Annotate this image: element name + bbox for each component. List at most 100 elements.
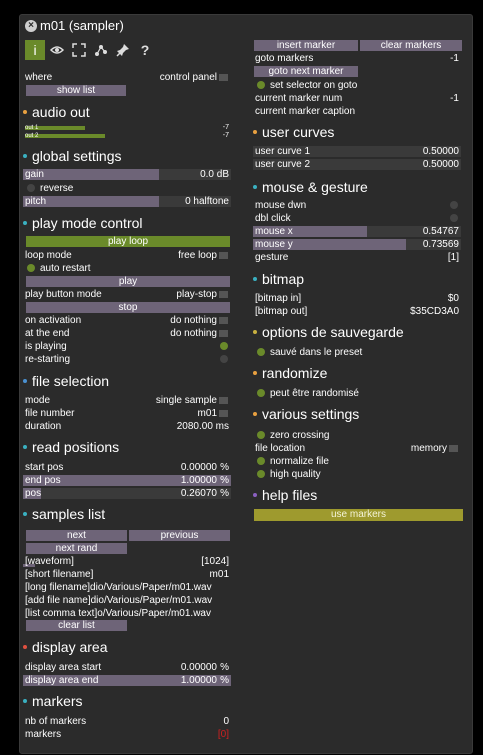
where-row[interactable]: where control panel xyxy=(23,72,231,83)
show-list-button[interactable]: show list xyxy=(26,85,126,96)
audio-out-bullet xyxy=(23,110,27,114)
mode-row[interactable]: mode single sample xyxy=(23,395,231,406)
play-loop-button[interactable]: play loop xyxy=(26,236,230,247)
samples-list-header: samples list xyxy=(23,505,231,523)
pin-icon[interactable] xyxy=(113,40,133,60)
goto-next-marker-button[interactable]: goto next marker xyxy=(254,66,358,77)
current-marker-num-value: -1 xyxy=(450,93,459,104)
waveform-row: [waveform] [1024] xyxy=(23,556,231,567)
end-pos-unit: % xyxy=(220,475,229,486)
is-playing-label: is playing xyxy=(25,341,67,352)
on-activation-label: on activation xyxy=(25,315,82,326)
various-settings-title: various settings xyxy=(262,406,360,422)
mouse-x-slider[interactable]: mouse x 0.54767 xyxy=(253,226,461,237)
add-file-name-row[interactable]: [add file name]dio/Various/Paper/m01.wav xyxy=(23,595,231,606)
normalize-file-toggle[interactable] xyxy=(257,457,265,465)
reverse-row[interactable]: reverse xyxy=(23,183,231,194)
end-pos-slider[interactable]: end pos 1.00000 % xyxy=(23,475,231,486)
randomised-toggle[interactable] xyxy=(257,389,265,397)
goto-markers-value: -1 xyxy=(450,53,459,64)
play-button-mode-row[interactable]: play button mode play-stop xyxy=(23,289,231,300)
auto-restart-row[interactable]: auto restart xyxy=(23,263,231,274)
stop-button[interactable]: stop xyxy=(26,302,230,313)
goto-markers-label: goto markers xyxy=(255,53,314,64)
long-filename-text: [long filename]dio/Various/Paper/m01.wav xyxy=(25,582,212,593)
bitmap-title: bitmap xyxy=(262,271,305,287)
on-activation-toggle[interactable] xyxy=(219,317,228,324)
insert-marker-button[interactable]: insert marker xyxy=(254,40,358,51)
goto-markers-row[interactable]: goto markers -1 xyxy=(253,53,461,64)
mouse-y-slider[interactable]: mouse y 0.73569 xyxy=(253,239,461,250)
bitmap-in-label: [bitmap in] xyxy=(255,293,302,304)
user-curve-1-slider[interactable]: user curve 1 0.50000 xyxy=(253,146,461,157)
pitch-value: 0 halftone xyxy=(185,196,229,207)
nb-of-markers-row: nb of markers 0 xyxy=(23,716,231,727)
file-location-toggle[interactable] xyxy=(449,445,458,452)
play-button-mode-toggle[interactable] xyxy=(219,291,228,298)
play-button[interactable]: play xyxy=(26,276,230,287)
is-playing-row: is playing xyxy=(23,341,231,352)
saved-in-preset-toggle[interactable] xyxy=(257,348,265,356)
out2-meter-row: out 2 -7 xyxy=(23,132,231,140)
at-the-end-value: do nothing xyxy=(170,328,217,339)
mode-toggle[interactable] xyxy=(219,397,228,404)
connect-icon[interactable] xyxy=(91,40,111,60)
clear-list-button[interactable]: clear list xyxy=(26,620,127,631)
display-area-start-row[interactable]: display area start 0.00000 % xyxy=(23,662,231,673)
sampler-window: × m01 (sampler) i ? where control panel … xyxy=(19,14,473,754)
list-comma-text-row: [list comma text]o/Various/Paper/m01.wav xyxy=(23,608,231,619)
set-selector-row[interactable]: set selector on goto xyxy=(253,80,461,91)
display-area-title: display area xyxy=(32,639,108,655)
start-pos-value: 0.00000 xyxy=(180,462,217,473)
zero-crossing-toggle[interactable] xyxy=(257,431,265,439)
info-icon[interactable]: i xyxy=(25,40,45,60)
out2-value: -7 xyxy=(222,132,229,139)
loop-mode-toggle[interactable] xyxy=(219,252,228,259)
resize-icon[interactable] xyxy=(69,40,89,60)
clear-markers-button[interactable]: clear markers xyxy=(360,40,462,51)
zero-crossing-row[interactable]: zero crossing xyxy=(253,430,461,441)
where-toggle[interactable] xyxy=(219,74,228,81)
close-icon[interactable]: × xyxy=(25,20,37,32)
bitmap-out-value: $35CD3A0 xyxy=(410,306,459,317)
randomised-row[interactable]: peut être randomisé xyxy=(253,388,461,399)
re-starting-label: re-starting xyxy=(25,354,71,365)
user-curve-2-slider[interactable]: user curve 2 0.50000 xyxy=(253,159,461,170)
saved-in-preset-row[interactable]: sauvé dans le preset xyxy=(253,347,461,358)
next-rand-button[interactable]: next rand xyxy=(26,543,127,554)
gain-slider[interactable]: gain 0.0 dB xyxy=(23,169,231,180)
global-settings-title: global settings xyxy=(32,148,122,164)
previous-button[interactable]: previous xyxy=(129,530,230,541)
set-selector-toggle[interactable] xyxy=(257,81,265,89)
loop-mode-row[interactable]: loop mode free loop xyxy=(23,250,231,261)
gain-label: gain xyxy=(25,169,44,180)
high-quality-row[interactable]: high quality xyxy=(253,469,461,480)
at-the-end-row[interactable]: at the end do nothing xyxy=(23,328,231,339)
pos-slider[interactable]: pos 0.26070 % xyxy=(23,488,231,499)
mouse-dwn-led xyxy=(450,201,458,209)
help-icon[interactable]: ? xyxy=(135,40,155,60)
normalize-file-row[interactable]: normalize file xyxy=(253,456,461,467)
use-markers-button[interactable]: use markers xyxy=(254,509,463,521)
high-quality-toggle[interactable] xyxy=(257,470,265,478)
on-activation-row[interactable]: on activation do nothing xyxy=(23,315,231,326)
reverse-toggle[interactable] xyxy=(27,184,35,192)
bitmap-out-label: [bitmap out] xyxy=(255,306,308,317)
user-curve-2-value: 0.50000 xyxy=(422,159,459,170)
file-location-row[interactable]: file location memory xyxy=(253,443,461,454)
start-pos-row[interactable]: start pos 0.00000 % xyxy=(23,462,231,473)
at-the-end-toggle[interactable] xyxy=(219,330,228,337)
user-curves-title: user curves xyxy=(262,124,335,140)
pitch-slider[interactable]: pitch 0 halftone xyxy=(23,196,231,207)
display-area-end-slider[interactable]: display area end 1.00000 % xyxy=(23,675,231,686)
file-selection-title: file selection xyxy=(32,373,110,389)
file-number-toggle[interactable] xyxy=(219,410,228,417)
file-number-row[interactable]: file number m01 xyxy=(23,408,231,419)
auto-restart-toggle[interactable] xyxy=(27,264,35,272)
eye-icon[interactable] xyxy=(47,40,67,60)
next-button[interactable]: next xyxy=(26,530,127,541)
pos-unit: % xyxy=(220,488,229,499)
add-file-name-text: [add file name]dio/Various/Paper/m01.wav xyxy=(25,595,213,606)
file-number-value: m01 xyxy=(197,408,217,419)
end-pos-value: 1.00000 xyxy=(180,475,217,486)
